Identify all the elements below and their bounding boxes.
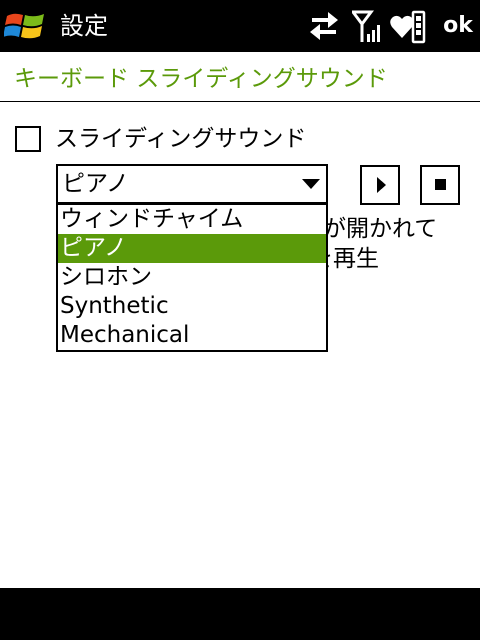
sound-option-wind-chime[interactable]: ウィンドチャイム	[58, 205, 326, 234]
sound-option-synthetic[interactable]: Synthetic	[58, 292, 326, 321]
title-bar: 設定 ok	[0, 0, 480, 52]
data-sync-arrows-icon[interactable]	[308, 10, 340, 44]
sound-option-xylophone[interactable]: シロホン	[58, 263, 326, 292]
ok-button[interactable]: ok	[440, 10, 476, 42]
stop-icon	[435, 179, 446, 190]
window-title: 設定	[60, 12, 108, 40]
chevron-down-icon[interactable]	[302, 179, 320, 189]
sound-options-list: ウィンドチャイム ピアノ シロホン Synthetic Mechanical	[56, 203, 328, 352]
sound-select[interactable]: ピアノ	[56, 164, 328, 204]
heading-divider	[0, 101, 480, 102]
sliding-sound-checkbox[interactable]	[15, 126, 41, 152]
signal-strength-icon[interactable]	[352, 10, 382, 44]
page-title: キーボード スライディングサウンド	[14, 66, 388, 92]
soft-key-bar	[0, 588, 480, 640]
play-button[interactable]	[360, 165, 400, 205]
play-icon	[377, 177, 386, 193]
sound-select-value: ピアノ	[62, 171, 129, 197]
sound-option-mechanical[interactable]: Mechanical	[58, 321, 326, 350]
battery-heart-icon[interactable]	[390, 10, 426, 44]
stop-button[interactable]	[420, 165, 460, 205]
sliding-sound-checkbox-label[interactable]: スライディングサウンド	[55, 124, 306, 154]
sound-option-piano[interactable]: ピアノ	[58, 234, 326, 263]
windows-start-icon[interactable]	[4, 8, 46, 44]
